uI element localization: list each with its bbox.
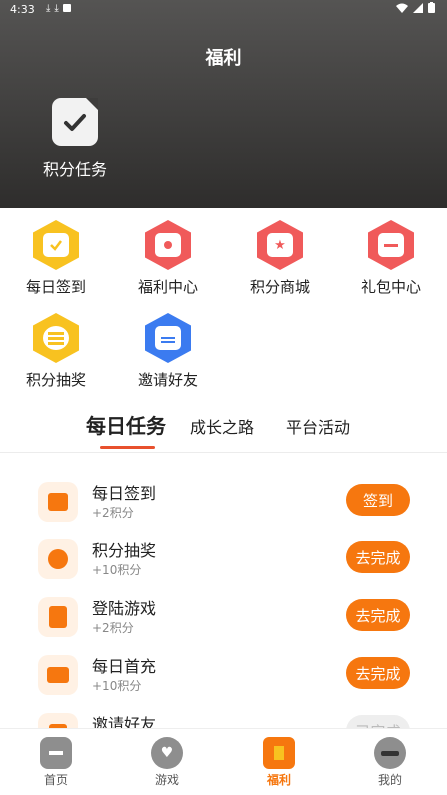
- signin-button[interactable]: 签到: [346, 484, 410, 516]
- task-points: +10积分: [92, 563, 142, 577]
- gift-icon: [145, 220, 191, 270]
- grid-item-invite-friends[interactable]: 邀请好友: [118, 313, 218, 390]
- nav-item-mine[interactable]: 我的: [350, 737, 430, 788]
- gift-box-icon: [368, 220, 414, 270]
- grid-item-label: 积分抽奖: [25, 371, 86, 389]
- points-task-button[interactable]: 积分任务: [40, 98, 110, 180]
- wheel-icon: [38, 539, 78, 579]
- tab-daily-tasks[interactable]: 每日任务: [86, 410, 166, 439]
- checklist-icon: [52, 98, 98, 146]
- points-task-label: 积分任务: [42, 160, 107, 179]
- task-row: 登陆游戏 +2积分 去完成: [38, 595, 410, 639]
- gift-icon: [263, 737, 295, 769]
- tab-growth-path[interactable]: 成长之路: [190, 414, 254, 438]
- tab-platform-activities[interactable]: 平台活动: [286, 414, 350, 438]
- divider: [0, 452, 447, 453]
- complete-button[interactable]: 去完成: [346, 599, 410, 631]
- sunglasses-face-icon: [374, 737, 406, 769]
- header: 4:33 ⤓⤓ 福利 积分任务: [0, 0, 447, 208]
- grid-item-points-lottery[interactable]: 积分抽奖: [6, 313, 106, 390]
- system-icons: [396, 2, 435, 13]
- nav-label: 首页: [43, 773, 68, 787]
- nav-label: 福利: [266, 773, 291, 787]
- battery-icon: [428, 2, 435, 13]
- task-name: 积分抽奖: [92, 541, 157, 560]
- grid-item-label: 邀请好友: [137, 371, 198, 389]
- task-points: +10积分: [92, 679, 142, 693]
- nav-item-home[interactable]: 首页: [16, 737, 96, 788]
- heart-search-icon: ♥: [151, 737, 183, 769]
- task-tabs: 每日任务 成长之路 平台活动: [0, 410, 447, 450]
- star-box-icon: ★: [257, 220, 303, 270]
- nav-item-welfare[interactable]: 福利: [239, 737, 319, 788]
- nav-label: 游戏: [154, 773, 179, 787]
- grid-item-label: 礼包中心: [360, 278, 421, 296]
- grid-item-label: 积分商城: [249, 278, 310, 296]
- complete-button[interactable]: 去完成: [346, 541, 410, 573]
- task-row: 积分抽奖 +10积分 去完成: [38, 537, 410, 581]
- grid-item-welfare-center[interactable]: 福利中心: [118, 220, 218, 297]
- task-row: 每日签到 +2积分 签到: [38, 480, 410, 524]
- grid-item-points-mall[interactable]: ★ 积分商城: [230, 220, 330, 297]
- complete-button[interactable]: 去完成: [346, 657, 410, 689]
- notification-icons: ⤓⤓: [46, 3, 71, 14]
- grid-item-label: 每日签到: [25, 278, 86, 296]
- wifi-icon: [396, 3, 408, 13]
- grid-item-daily-signin[interactable]: 每日签到: [6, 220, 106, 297]
- calendar-icon: [33, 220, 79, 270]
- envelope-icon: [145, 313, 191, 363]
- coins-icon: [33, 313, 79, 363]
- card-yen-icon: [38, 655, 78, 695]
- nav-label: 我的: [377, 773, 402, 787]
- signal-icon: [413, 2, 423, 13]
- status-bar: 4:33 ⤓⤓: [0, 0, 447, 20]
- task-name: 每日签到: [92, 484, 157, 503]
- document-check-icon: [38, 597, 78, 637]
- task-row: 每日首充 +10积分 去完成: [38, 653, 410, 697]
- nav-item-games[interactable]: ♥ 游戏: [127, 737, 207, 788]
- gamepad-icon: [40, 737, 72, 769]
- task-points: +2积分: [92, 506, 134, 520]
- page-title: 福利: [205, 48, 242, 69]
- download-icon: ⤓: [54, 3, 63, 14]
- grid-item-gift-center[interactable]: 礼包中心: [341, 220, 441, 297]
- task-name: 登陆游戏: [92, 599, 157, 618]
- bottom-nav: 首页 ♥ 游戏 福利 我的: [0, 728, 447, 795]
- status-time: 4:33: [10, 3, 35, 16]
- task-points: +2积分: [92, 621, 134, 635]
- calendar-check-icon: [38, 482, 78, 522]
- active-tab-underline: [100, 446, 155, 449]
- a-icon: [62, 4, 71, 12]
- task-name: 每日首充: [92, 657, 157, 676]
- grid-item-label: 福利中心: [137, 278, 198, 296]
